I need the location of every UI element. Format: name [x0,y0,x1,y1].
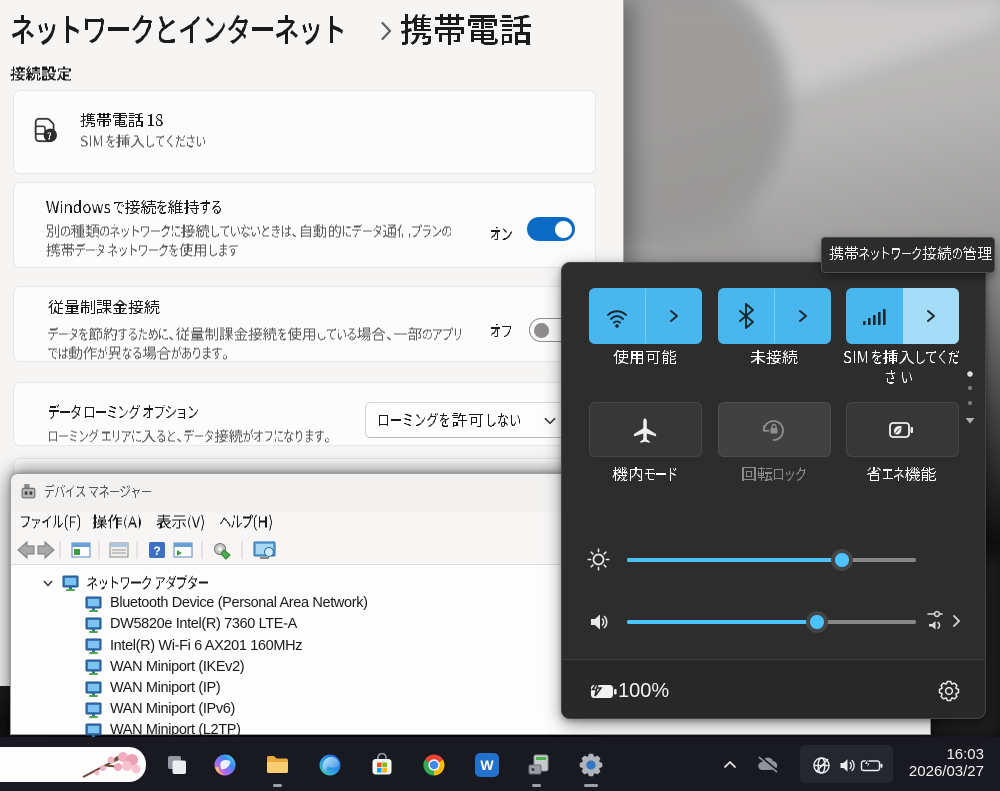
svg-text:?: ? [153,544,160,558]
